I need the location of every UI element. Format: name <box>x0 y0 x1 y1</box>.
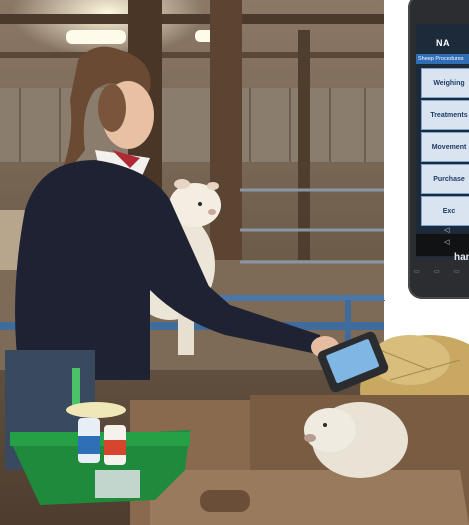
key-left-icon[interactable]: ▭ <box>414 268 420 275</box>
purchase-button[interactable]: Purchase <box>421 164 469 194</box>
key-middle-icon[interactable]: ▭ <box>434 268 440 275</box>
weighing-button[interactable]: Weighing <box>421 68 469 98</box>
app-title: NA <box>436 38 450 48</box>
device-brand-logo: han <box>454 252 469 263</box>
roof-beam <box>0 52 384 58</box>
movement-button[interactable]: Movement <box>421 132 469 162</box>
exit-button[interactable]: Exc <box>421 196 469 226</box>
roof-beam <box>0 14 384 24</box>
treatments-button[interactable]: Treatments <box>421 100 469 130</box>
back-nav-icon-secondary[interactable]: ◁ <box>444 238 449 246</box>
barn-post <box>298 30 310 280</box>
barn-post <box>210 0 242 300</box>
back-nav-icon[interactable]: ◁ <box>444 226 449 234</box>
hardware-keys: ▭ ▭ ▭ <box>410 268 469 280</box>
key-right-icon[interactable]: ▭ <box>454 268 460 275</box>
ceiling-light <box>66 30 126 44</box>
app-subtitle: Sheep Procedures <box>416 54 469 64</box>
device-inset: NA Sheep Procedures Weighing Treatments … <box>384 0 469 300</box>
